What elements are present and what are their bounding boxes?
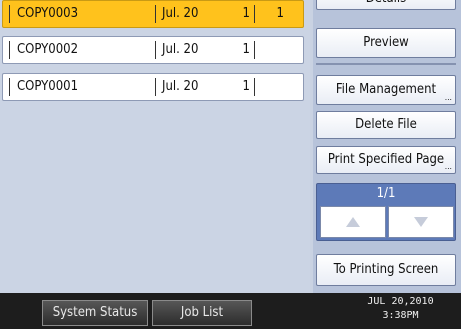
- column-separator: [155, 78, 156, 96]
- up-arrow-icon: [346, 217, 360, 227]
- file-date: Jul. 20: [162, 42, 199, 57]
- file-quantity: 1: [242, 6, 250, 21]
- column-separator: [254, 5, 255, 23]
- column-separator: [155, 41, 156, 59]
- file-date: Jul. 20: [162, 79, 199, 94]
- page-navigator: 1/1: [316, 183, 456, 241]
- preview-button[interactable]: Preview: [316, 28, 456, 58]
- main-area: COPY0003 Jul. 20 1 1 COPY0002 Jul. 20 1 …: [0, 0, 461, 293]
- print-specified-page-label: Print Specified Page: [327, 152, 445, 167]
- file-print-count: 1: [276, 6, 284, 21]
- more-indicator-icon: …: [444, 93, 452, 102]
- file-date: Jul. 20: [162, 6, 199, 21]
- delete-file-button[interactable]: Delete File: [316, 111, 456, 139]
- file-quantity: 1: [242, 42, 250, 57]
- clock-time: 3:38PM: [382, 310, 419, 321]
- clock: JUL 20,2010 3:38PM: [340, 295, 461, 323]
- side-panel: Details Preview File Management … Delete…: [313, 0, 461, 293]
- status-bar: System Status Job List JUL 20,2010 3:38P…: [0, 293, 461, 329]
- column-separator: [9, 78, 10, 96]
- file-row-copy0003[interactable]: COPY0003 Jul. 20 1 1: [2, 0, 304, 28]
- column-separator: [254, 41, 255, 59]
- file-row-copy0001[interactable]: COPY0001 Jul. 20 1: [2, 73, 304, 101]
- column-separator: [155, 5, 156, 23]
- details-button[interactable]: Details: [316, 0, 456, 10]
- file-name: COPY0002: [17, 42, 79, 57]
- page-down-button[interactable]: [388, 206, 454, 238]
- clock-date: JUL 20,2010: [367, 296, 434, 307]
- file-row-copy0002[interactable]: COPY0002 Jul. 20 1: [2, 36, 304, 64]
- file-name: COPY0001: [17, 79, 79, 94]
- file-quantity: 1: [242, 79, 250, 94]
- column-separator: [254, 78, 255, 96]
- to-printing-screen-button[interactable]: To Printing Screen: [316, 254, 456, 286]
- job-list-button[interactable]: Job List: [152, 300, 252, 326]
- column-separator: [9, 41, 10, 59]
- page-up-button[interactable]: [320, 206, 386, 238]
- system-status-button[interactable]: System Status: [42, 300, 148, 326]
- page-indicator: 1/1: [376, 186, 396, 201]
- down-arrow-icon: [414, 217, 428, 227]
- more-indicator-icon: …: [444, 162, 452, 171]
- column-separator: [9, 5, 10, 23]
- print-specified-page-button[interactable]: Print Specified Page …: [316, 146, 456, 174]
- file-list: COPY0003 Jul. 20 1 1 COPY0002 Jul. 20 1 …: [0, 0, 310, 293]
- file-name: COPY0003: [17, 6, 79, 21]
- file-management-label: File Management: [335, 82, 437, 97]
- file-management-button[interactable]: File Management …: [316, 75, 456, 105]
- divider: [316, 63, 456, 65]
